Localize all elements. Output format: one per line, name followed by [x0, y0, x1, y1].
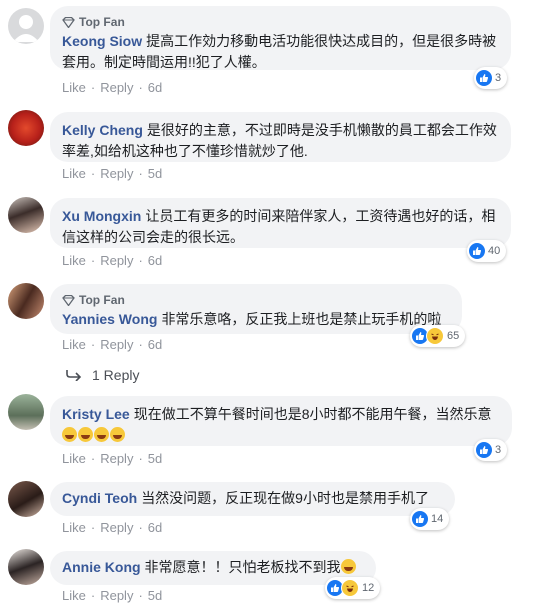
- comment-text: 非常愿意！！只怕老板找不到我: [144, 559, 341, 575]
- reaction-count-value: 3: [495, 444, 502, 456]
- diamond-icon: [62, 16, 75, 28]
- like-button[interactable]: Like: [62, 520, 86, 535]
- comment-actions: Like · Reply · 6d: [62, 520, 163, 535]
- reaction-count-value: 65: [447, 330, 460, 342]
- comment-time[interactable]: 5d: [148, 451, 162, 466]
- reply-button[interactable]: Reply: [100, 166, 133, 181]
- comment-time[interactable]: 6d: [148, 253, 162, 268]
- avatar[interactable]: [8, 394, 44, 430]
- like-reaction-icon: [469, 243, 485, 259]
- reaction-count-value: 3: [495, 72, 502, 84]
- comment-bubble: Xu Mongxin 让员工有更多的时间来陪伴家人，工资待遇也好的话，相信这样的公…: [50, 198, 511, 248]
- comment-time[interactable]: 6d: [148, 337, 162, 352]
- reaction-count[interactable]: 14: [410, 508, 450, 530]
- avatar[interactable]: [8, 8, 44, 44]
- comment-bubble: Kristy Lee 现在做工不算午餐时间也是8小时都不能用午餐，当然乐意: [50, 396, 512, 446]
- haha-reaction-icon: [341, 579, 359, 597]
- comment-text: 当然没问题，反正现在做9小时也是禁用手机了: [141, 490, 429, 506]
- comment-bubble: Cyndi Teoh 当然没问题，反正现在做9小时也是禁用手机了: [50, 482, 455, 516]
- comment-author[interactable]: Keong Siow: [62, 33, 142, 49]
- comment-time[interactable]: 6d: [148, 520, 162, 535]
- like-reaction-icon: [476, 442, 492, 458]
- comment-actions: Like · Reply · 5d: [62, 588, 163, 603]
- reply-arrow-icon: [66, 370, 82, 381]
- reply-button[interactable]: Reply: [100, 253, 133, 268]
- top-fan-badge: Top Fan: [62, 14, 499, 30]
- reply-button[interactable]: Reply: [100, 588, 133, 603]
- laughing-emoji-icon: [62, 427, 126, 443]
- like-reaction-icon: [476, 70, 492, 86]
- like-reaction-icon: [412, 511, 428, 527]
- avatar[interactable]: [8, 283, 44, 319]
- top-fan-label: Top Fan: [79, 293, 125, 307]
- reaction-count-value: 40: [488, 245, 501, 257]
- comment-author[interactable]: Cyndi Teoh: [62, 490, 137, 506]
- view-replies-link[interactable]: 1 Reply: [66, 367, 139, 383]
- haha-reaction-icon: [426, 327, 444, 345]
- reaction-count-value: 14: [431, 513, 444, 525]
- replies-count[interactable]: 1 Reply: [92, 367, 139, 383]
- reaction-count[interactable]: 12: [325, 577, 381, 599]
- comment-bubble: Top Fan Keong Siow 提高工作効力移動电活功能很快达成目的，但是很…: [50, 6, 511, 70]
- reply-button[interactable]: Reply: [100, 337, 133, 352]
- like-button[interactable]: Like: [62, 253, 86, 268]
- like-button[interactable]: Like: [62, 451, 86, 466]
- top-fan-label: Top Fan: [79, 15, 125, 29]
- reaction-count[interactable]: 3: [474, 439, 508, 461]
- comment-text: 现在做工不算午餐时间也是8小时都不能用午餐，当然乐意: [133, 406, 492, 422]
- comment-bubble: Kelly Cheng 是很好的主意，不过即時是没手机懒散的員工都会工作效率差,如…: [50, 112, 511, 162]
- top-fan-badge: Top Fan: [62, 292, 450, 308]
- comment-actions: Like · Reply · 6d: [62, 337, 163, 352]
- diamond-icon: [62, 294, 75, 306]
- comment-actions: Like · Reply · 6d: [62, 80, 163, 95]
- reaction-count[interactable]: 3: [474, 67, 508, 89]
- comment-actions: Like · Reply · 6d: [62, 253, 163, 268]
- laughing-emoji-icon: [340, 559, 357, 575]
- reaction-count[interactable]: 40: [467, 240, 507, 262]
- comment-author[interactable]: Kelly Cheng: [62, 122, 143, 138]
- comment-author[interactable]: Annie Kong: [62, 559, 141, 575]
- avatar[interactable]: [8, 481, 44, 517]
- comment-text: 非常乐意咯，反正我上班也是禁止玩手机的啦: [161, 311, 442, 327]
- reply-button[interactable]: Reply: [100, 451, 133, 466]
- comment-actions: Like · Reply · 5d: [62, 451, 163, 466]
- comment-author[interactable]: Yannies Wong: [62, 311, 157, 327]
- comment-time[interactable]: 5d: [148, 588, 162, 603]
- reaction-count-value: 12: [362, 582, 375, 594]
- comment-actions: Like · Reply · 5d: [62, 166, 163, 181]
- comment-author[interactable]: Kristy Lee: [62, 406, 130, 422]
- avatar[interactable]: [8, 549, 44, 585]
- comment-time[interactable]: 5d: [148, 166, 162, 181]
- like-button[interactable]: Like: [62, 337, 86, 352]
- like-button[interactable]: Like: [62, 80, 86, 95]
- reaction-count[interactable]: 65: [410, 325, 466, 347]
- reply-button[interactable]: Reply: [100, 520, 133, 535]
- avatar[interactable]: [8, 197, 44, 233]
- reply-button[interactable]: Reply: [100, 80, 133, 95]
- like-button[interactable]: Like: [62, 166, 86, 181]
- like-button[interactable]: Like: [62, 588, 86, 603]
- avatar[interactable]: [8, 110, 44, 146]
- comment-time[interactable]: 6d: [148, 80, 162, 95]
- comment-author[interactable]: Xu Mongxin: [62, 208, 141, 224]
- comment-bubble: Top Fan Yannies Wong 非常乐意咯，反正我上班也是禁止玩手机的啦: [50, 284, 462, 334]
